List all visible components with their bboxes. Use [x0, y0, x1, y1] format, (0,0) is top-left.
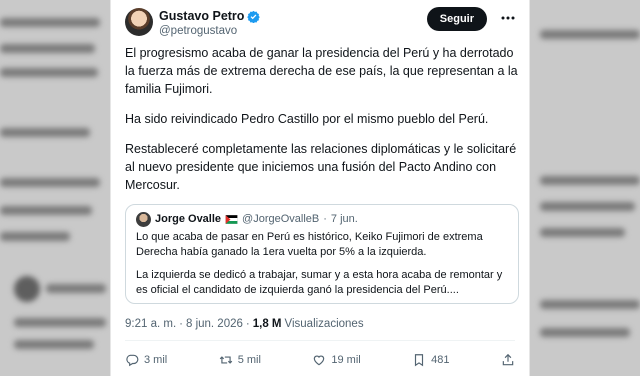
- reply-count: 3 mil: [144, 354, 168, 366]
- meta-separator: ·: [245, 318, 250, 330]
- tweet-paragraph: Restableceré completamente las relacione…: [125, 142, 517, 192]
- avatar[interactable]: [125, 8, 153, 36]
- tweet-text: El progresismo acaba de ganar la preside…: [125, 44, 525, 206]
- quoted-text: Lo que acaba de pasar en Perú es históri…: [136, 230, 508, 297]
- repost-button[interactable]: 5 mil: [219, 353, 261, 367]
- author-handle[interactable]: @petrogustavo: [159, 25, 237, 37]
- tweet-time[interactable]: 9:21 a. m.: [125, 318, 176, 330]
- repost-icon: [219, 356, 232, 364]
- bookmark-button[interactable]: 481: [412, 353, 450, 367]
- tweet-paragraph: Ha sido reivindicado Pedro Castillo por …: [125, 112, 489, 126]
- meta-separator: ·: [179, 318, 183, 330]
- quoted-tweet[interactable]: Jorge Ovalle @JorgeOvalleB · 7 jun. Lo q…: [125, 204, 519, 304]
- bookmark-icon: [415, 354, 424, 367]
- like-count: 19 mil: [331, 354, 361, 366]
- views-label: Visualizaciones: [284, 318, 364, 330]
- quoted-handle: @JorgeOvalleB: [242, 213, 320, 225]
- quoted-avatar: [136, 211, 151, 227]
- like-button[interactable]: 19 mil: [312, 353, 361, 367]
- share-icon: [502, 353, 514, 366]
- follow-button[interactable]: Seguir: [426, 7, 487, 31]
- tweet-date[interactable]: 8 jun. 2026: [186, 318, 243, 330]
- quoted-header: Jorge Ovalle @JorgeOvalleB · 7 jun.: [136, 211, 508, 227]
- quoted-date: 7 jun.: [330, 213, 358, 225]
- tweet-meta: 9:21 a. m. · 8 jun. 2026 · 1,8 M Visuali…: [125, 318, 364, 330]
- share-button[interactable]: [501, 353, 515, 367]
- tweet-header: Gustavo Petro @petrogustavo Seguir: [125, 6, 519, 40]
- quoted-separator: ·: [323, 213, 327, 225]
- like-icon: [314, 355, 325, 366]
- views-count: 1,8 M: [252, 318, 282, 330]
- author-display-name[interactable]: Gustavo Petro: [159, 9, 244, 23]
- action-bar: 3 mil 5 mil 19 mil 481: [125, 351, 515, 369]
- author-name-row: Gustavo Petro: [159, 9, 261, 23]
- bookmark-count: 481: [431, 354, 450, 366]
- quoted-paragraph: Lo que acaba de pasar en Perú es históri…: [136, 231, 483, 258]
- tweet-card: Gustavo Petro @petrogustavo Seguir El pr…: [110, 0, 530, 376]
- verified-badge-icon: [247, 10, 261, 23]
- reply-icon: [126, 354, 139, 367]
- palestine-flag-icon: [225, 214, 238, 224]
- quoted-paragraph: La izquierda se dedicó a trabajar, sumar…: [136, 269, 503, 296]
- more-icon[interactable]: [501, 13, 515, 23]
- reply-button[interactable]: 3 mil: [125, 353, 167, 367]
- quoted-display-name: Jorge Ovalle: [155, 213, 222, 225]
- tweet-paragraph: El progresismo acaba de ganar la preside…: [125, 46, 518, 96]
- divider: [125, 340, 515, 341]
- repost-count: 5 mil: [237, 354, 261, 366]
